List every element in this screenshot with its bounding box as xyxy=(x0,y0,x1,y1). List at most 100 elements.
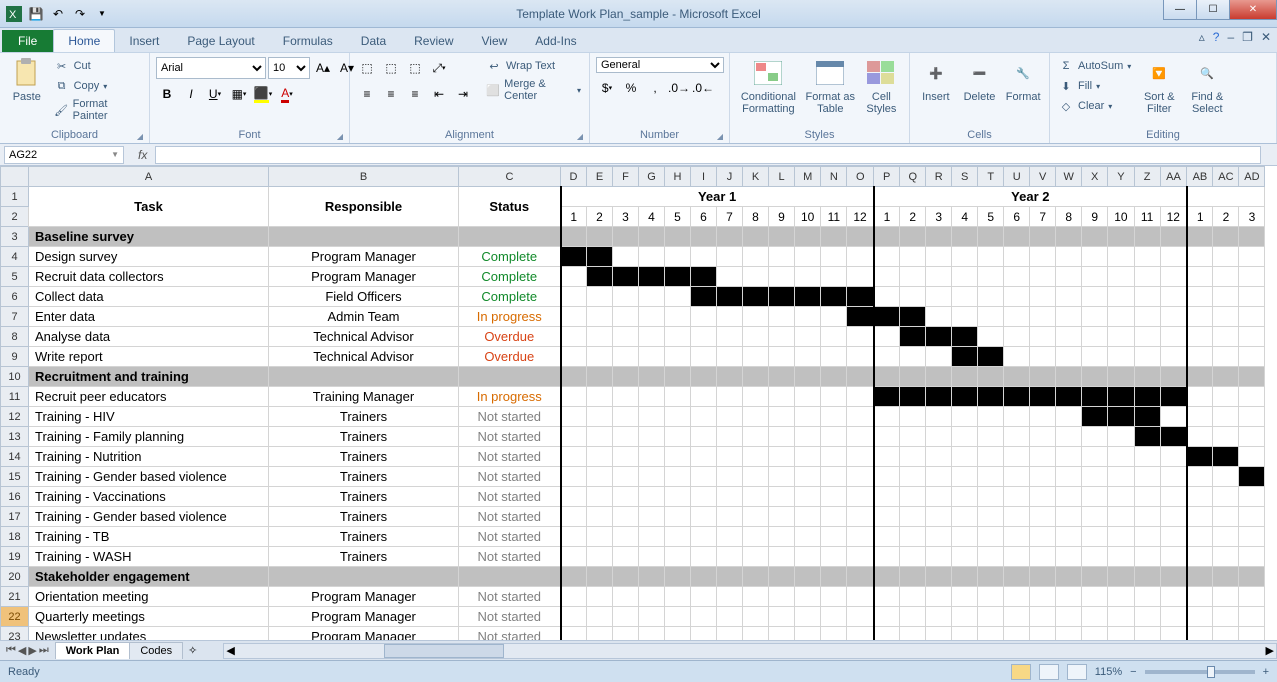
gantt-cell[interactable] xyxy=(874,287,900,307)
gantt-cell[interactable] xyxy=(743,307,769,327)
gantt-cell[interactable] xyxy=(613,567,639,587)
gantt-cell[interactable] xyxy=(769,227,795,247)
task-cell[interactable]: Training - TB xyxy=(29,527,268,546)
gantt-cell[interactable] xyxy=(978,587,1004,607)
gantt-cell[interactable] xyxy=(874,387,900,407)
gantt-cell[interactable] xyxy=(743,407,769,427)
gantt-cell[interactable] xyxy=(847,347,874,367)
gantt-cell[interactable] xyxy=(821,267,847,287)
row-header[interactable]: 6 xyxy=(1,287,29,307)
row-header[interactable]: 17 xyxy=(1,507,29,527)
first-sheet-icon[interactable]: ⏮ xyxy=(6,644,16,657)
gantt-cell[interactable] xyxy=(1056,547,1082,567)
font-size-select[interactable]: 10 xyxy=(268,57,310,79)
gantt-cell[interactable] xyxy=(1239,307,1265,327)
border-button[interactable]: ▦▾ xyxy=(228,83,250,105)
gantt-cell[interactable] xyxy=(1187,447,1213,467)
gantt-cell[interactable] xyxy=(795,467,821,487)
column-header[interactable]: R xyxy=(926,167,952,187)
gantt-cell[interactable] xyxy=(1030,247,1056,267)
new-sheet-icon[interactable]: ✧ xyxy=(182,644,203,657)
gantt-cell[interactable] xyxy=(1213,347,1239,367)
indent-increase-button[interactable]: ⇥ xyxy=(452,83,474,105)
gantt-cell[interactable] xyxy=(1056,227,1082,247)
gantt-cell[interactable] xyxy=(1187,387,1213,407)
row-header[interactable]: 7 xyxy=(1,307,29,327)
gantt-cell[interactable] xyxy=(1108,327,1134,347)
gantt-cell[interactable] xyxy=(639,267,665,287)
gantt-cell[interactable] xyxy=(1160,427,1187,447)
gantt-cell[interactable] xyxy=(847,447,874,467)
gantt-cell[interactable] xyxy=(821,367,847,387)
gantt-cell[interactable] xyxy=(1082,247,1108,267)
gantt-cell[interactable] xyxy=(613,587,639,607)
comma-button[interactable]: , xyxy=(644,77,666,99)
gantt-cell[interactable] xyxy=(1213,607,1239,627)
responsible-cell[interactable]: Program Manager xyxy=(269,607,458,626)
align-bottom-button[interactable]: ⬚ xyxy=(404,57,426,79)
gantt-cell[interactable] xyxy=(1056,387,1082,407)
file-tab[interactable]: File xyxy=(2,30,53,52)
gantt-cell[interactable] xyxy=(1004,467,1030,487)
responsible-cell[interactable]: Program Manager xyxy=(269,587,458,606)
gantt-cell[interactable] xyxy=(769,247,795,267)
gantt-cell[interactable] xyxy=(1056,307,1082,327)
task-cell[interactable]: Training - Gender based violence xyxy=(29,507,268,526)
row-header[interactable]: 10 xyxy=(1,367,29,387)
gantt-cell[interactable] xyxy=(1187,287,1213,307)
gantt-cell[interactable] xyxy=(561,287,587,307)
gantt-cell[interactable] xyxy=(874,267,900,287)
gantt-cell[interactable] xyxy=(1030,607,1056,627)
gantt-cell[interactable] xyxy=(900,347,926,367)
fill-button[interactable]: ⬇Fill▾ xyxy=(1056,77,1133,95)
gantt-cell[interactable] xyxy=(665,587,691,607)
gantt-cell[interactable] xyxy=(1030,587,1056,607)
gantt-cell[interactable] xyxy=(847,387,874,407)
column-header[interactable]: J xyxy=(717,167,743,187)
task-cell[interactable]: Training - Vaccinations xyxy=(29,487,268,506)
gantt-cell[interactable] xyxy=(926,347,952,367)
gantt-cell[interactable] xyxy=(613,467,639,487)
gantt-cell[interactable] xyxy=(900,367,926,387)
gantt-cell[interactable] xyxy=(978,347,1004,367)
cell-styles-button[interactable]: Cell Styles xyxy=(860,57,903,115)
column-header[interactable]: W xyxy=(1056,167,1082,187)
task-cell[interactable]: Training - Family planning xyxy=(29,427,268,446)
gantt-cell[interactable] xyxy=(1030,567,1056,587)
gantt-cell[interactable] xyxy=(1004,267,1030,287)
gantt-cell[interactable] xyxy=(613,327,639,347)
gantt-cell[interactable] xyxy=(1160,567,1187,587)
gantt-cell[interactable] xyxy=(874,227,900,247)
gantt-cell[interactable] xyxy=(639,247,665,267)
gantt-cell[interactable] xyxy=(561,467,587,487)
gantt-cell[interactable] xyxy=(717,227,743,247)
gantt-cell[interactable] xyxy=(1160,327,1187,347)
gantt-cell[interactable] xyxy=(1108,287,1134,307)
gantt-cell[interactable] xyxy=(1004,227,1030,247)
gantt-cell[interactable] xyxy=(587,347,613,367)
task-cell[interactable]: Recruitment and training xyxy=(29,367,268,386)
column-header[interactable]: T xyxy=(978,167,1004,187)
gantt-cell[interactable] xyxy=(926,427,952,447)
gantt-cell[interactable] xyxy=(847,487,874,507)
gantt-cell[interactable] xyxy=(639,307,665,327)
gantt-cell[interactable] xyxy=(795,427,821,447)
gantt-cell[interactable] xyxy=(665,407,691,427)
gantt-cell[interactable] xyxy=(900,527,926,547)
gantt-cell[interactable] xyxy=(561,367,587,387)
gantt-cell[interactable] xyxy=(665,327,691,347)
gantt-cell[interactable] xyxy=(1108,267,1134,287)
gantt-cell[interactable] xyxy=(1082,587,1108,607)
column-header[interactable]: P xyxy=(874,167,900,187)
column-header[interactable]: H xyxy=(665,167,691,187)
gantt-cell[interactable] xyxy=(717,607,743,627)
row-header[interactable]: 8 xyxy=(1,327,29,347)
gantt-cell[interactable] xyxy=(1187,427,1213,447)
gantt-cell[interactable] xyxy=(665,307,691,327)
insert-cells-button[interactable]: ➕Insert xyxy=(916,57,956,103)
gantt-cell[interactable] xyxy=(1030,287,1056,307)
gantt-cell[interactable] xyxy=(1030,267,1056,287)
gantt-cell[interactable] xyxy=(1213,407,1239,427)
gantt-cell[interactable] xyxy=(561,527,587,547)
gantt-cell[interactable] xyxy=(795,407,821,427)
